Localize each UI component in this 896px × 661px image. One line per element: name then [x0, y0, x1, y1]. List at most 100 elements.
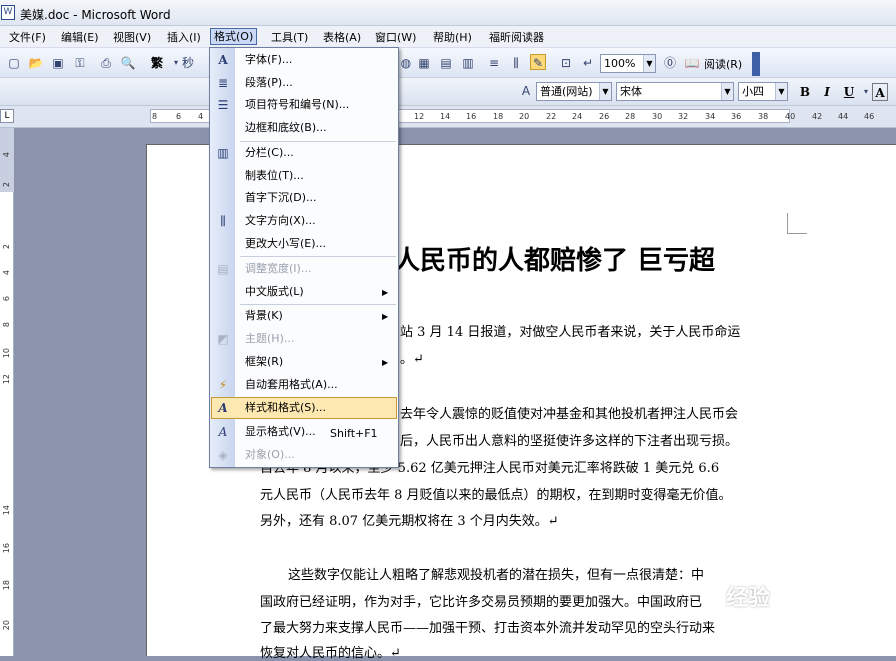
ruler-number: 40: [785, 112, 796, 121]
doc-line: 国政府已经证明，作为对手，它比许多交易员预期的要更加强大。中国政府已: [260, 595, 703, 610]
ruler-number: 16: [2, 543, 11, 554]
drawing-icon[interactable]: ⫼: [508, 55, 524, 71]
menu-file[interactable]: 文件(F): [6, 29, 49, 46]
menu-item-columns[interactable]: 分栏(C)...: [245, 142, 294, 164]
style-select[interactable]: 普通(网站) ▼: [536, 82, 612, 101]
doc-line: 后，人民币出人意料的坚挺使许多这样的下注者出现亏损。: [400, 434, 739, 449]
autoformat-icon: ⚡: [218, 378, 228, 392]
menu-window[interactable]: 窗口(W): [372, 29, 419, 46]
menu-insert[interactable]: 插入(I): [164, 29, 204, 46]
menu-item-object: 对象(O)...: [245, 448, 295, 461]
text-direction-icon: ⫼: [220, 214, 226, 228]
columns-icon: ▥: [217, 146, 229, 160]
menu-view[interactable]: 视图(V): [110, 29, 154, 46]
font-icon: A: [218, 53, 228, 67]
font-color-button[interactable]: A: [872, 83, 888, 101]
menu-item-asian-layout[interactable]: 中文版式(L): [245, 281, 304, 303]
styles-and-formatting-icon[interactable]: A: [518, 83, 534, 99]
help-icon[interactable]: ⓪: [662, 55, 678, 71]
menu-format[interactable]: 格式(O): [210, 28, 258, 45]
ruler-number: 2: [2, 244, 11, 250]
menu-table[interactable]: 表格(A): [320, 29, 364, 46]
doc-line: 。↵: [400, 352, 424, 367]
paragraph-mark-icon[interactable]: ↵: [580, 55, 596, 71]
tab-selector[interactable]: L: [0, 109, 14, 123]
ruler-number: 26: [599, 112, 610, 121]
insert-excel-icon[interactable]: ▦: [416, 55, 432, 71]
ruler-number: 34: [705, 112, 716, 121]
watermark: 经验: [726, 586, 771, 611]
save-icon[interactable]: ▣: [50, 55, 66, 71]
vertical-ruler[interactable]: [0, 128, 14, 656]
spelling-icon[interactable]: 秒: [180, 55, 196, 71]
ruler-number: 18: [2, 580, 11, 591]
menu-bar: 文件(F) 编辑(E) 视图(V) 插入(I) 格式(O) 工具(T) 表格(A…: [0, 26, 896, 48]
ruler-number: 28: [625, 112, 636, 121]
menu-item-autoformat[interactable]: 自动套用格式(A)...: [245, 374, 338, 396]
columns-icon[interactable]: ▥: [460, 55, 476, 71]
permission-icon[interactable]: ⚿: [72, 55, 88, 71]
menu-item-tabs[interactable]: 制表位(T)...: [245, 165, 304, 187]
word-doc-icon[interactable]: W: [1, 5, 15, 20]
traditional-chinese-button[interactable]: 繁: [146, 55, 168, 71]
ruler-number: 42: [812, 112, 823, 121]
menu-item-drop-cap[interactable]: 首字下沉(D)...: [245, 187, 317, 209]
ruler-number: 14: [440, 112, 451, 121]
menu-item-background[interactable]: 背景(K): [245, 305, 283, 327]
ruler-number: 22: [546, 112, 557, 121]
menu-help[interactable]: 帮助(H): [430, 29, 475, 46]
style-value: 普通(网站): [540, 85, 593, 98]
chevron-down-icon[interactable]: ▼: [721, 83, 733, 100]
menu-item-paragraph[interactable]: 段落(P)...: [245, 72, 293, 94]
menu-item-theme: 主题(H)...: [245, 332, 295, 345]
object-icon: ◈: [218, 448, 228, 462]
ruler-number: 8: [152, 112, 158, 121]
menu-item-styles-formatting[interactable]: 样式和格式(S)...: [245, 397, 326, 419]
toolbar-overflow-chevron[interactable]: [752, 52, 760, 76]
ruler-number: 4: [2, 270, 11, 276]
print-icon[interactable]: ⎙: [98, 55, 114, 71]
doc-line: 站 3 月 14 日报道，对做空人民币者来说，关于人民币命运: [400, 325, 741, 340]
bullets-icon: ☰: [217, 98, 229, 112]
chevron-down-icon[interactable]: ▼: [643, 55, 655, 72]
menu-item-font[interactable]: 字体(F)...: [245, 49, 292, 71]
menu-separator: [240, 256, 396, 257]
print-preview-icon[interactable]: 🔍: [120, 55, 136, 71]
margin-corner-mark: [787, 233, 807, 234]
document-map-icon[interactable]: ◍: [398, 55, 414, 71]
menu-item-frames[interactable]: 框架(R): [245, 351, 283, 373]
chevron-down-icon[interactable]: ▼: [599, 83, 611, 100]
paragraph-icon: ≣: [217, 76, 229, 90]
menu-item-fit-text: 调整宽度(I)...: [245, 262, 312, 275]
menu-tools[interactable]: 工具(T): [268, 29, 311, 46]
format-painter-icon[interactable]: ✎: [530, 54, 546, 70]
ruler-number: 30: [652, 112, 663, 121]
underline-button[interactable]: U: [840, 83, 858, 101]
new-document-icon[interactable]: ▢: [6, 55, 22, 71]
zoom-value: 100%: [604, 57, 636, 70]
zoom-select[interactable]: 100% ▼: [600, 54, 656, 73]
menu-item-reveal-formatting[interactable]: 显示格式(V)...: [245, 421, 316, 443]
read-layout-icon[interactable]: 📖: [684, 55, 700, 71]
text-direction-icon[interactable]: ≡: [486, 55, 502, 71]
read-button[interactable]: 阅读(R): [704, 56, 742, 72]
menu-item-bullets-numbering[interactable]: 项目符号和编号(N)...: [245, 94, 349, 116]
font-select[interactable]: 宋体 ▼: [616, 82, 734, 101]
ruler-number: 38: [758, 112, 769, 121]
show-hide-icon[interactable]: ⊡: [558, 55, 574, 71]
menu-item-borders-shading[interactable]: 边框和底纹(B)...: [245, 117, 327, 139]
ruler-number: 4: [198, 112, 204, 121]
doc-line: 这些数字仅能让人粗略了解悲观投机者的潜在损失，但有一点很清楚：中: [288, 568, 705, 583]
insert-table-icon[interactable]: ▤: [438, 55, 454, 71]
menu-item-text-direction[interactable]: 文字方向(X)...: [245, 210, 316, 232]
menu-edit[interactable]: 编辑(E): [58, 29, 102, 46]
chevron-down-icon[interactable]: ▼: [775, 83, 787, 100]
doc-line: 元人民币（人民币去年 8 月贬值以来的最低点）的期权，在到期时变得毫无价值。: [260, 488, 732, 503]
bold-button[interactable]: B: [796, 83, 814, 101]
menu-item-change-case[interactable]: 更改大小写(E)...: [245, 233, 326, 255]
open-folder-icon[interactable]: 📂: [28, 55, 44, 71]
font-size-select[interactable]: 小四 ▼: [738, 82, 788, 101]
menu-foxit-reader[interactable]: 福昕阅读器: [486, 29, 547, 46]
italic-button[interactable]: I: [818, 83, 836, 101]
fit-text-icon: ▤: [217, 262, 229, 276]
